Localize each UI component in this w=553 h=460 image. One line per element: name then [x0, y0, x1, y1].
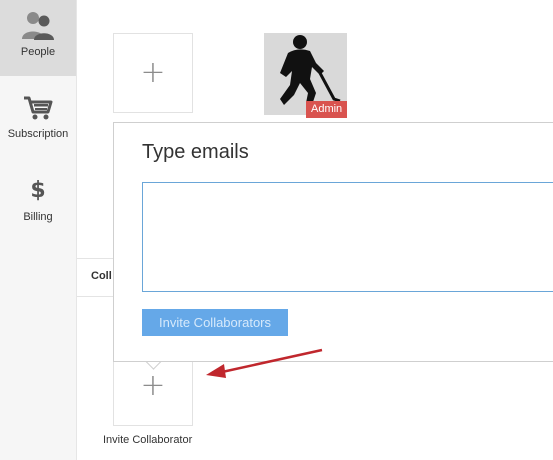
annotation-arrow: [206, 348, 323, 378]
